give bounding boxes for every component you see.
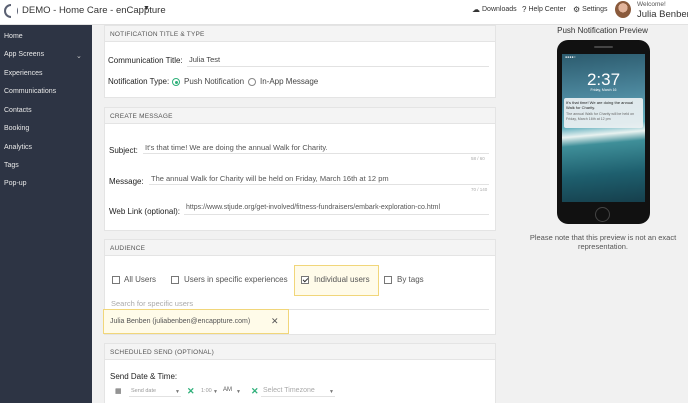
notification-title-type-card: NOTIFICATION TITLE & TYPE Communication … — [104, 25, 496, 98]
sidebar-item-pop-up[interactable]: Pop-up — [4, 180, 27, 187]
subject-input[interactable]: It's that time! We are doing the annual … — [145, 143, 328, 152]
send-date-time-label: Send Date & Time: — [110, 372, 178, 381]
create-message-card: CREATE MESSAGE Subject: It's that time! … — [104, 107, 496, 231]
push-notification-label[interactable]: Push Notification — [184, 77, 244, 86]
selected-user-label: Julia Benben (juliabenben@encappture.com… — [110, 318, 251, 325]
in-app-message-label[interactable]: In-App Message — [260, 77, 318, 86]
chevron-down-icon[interactable]: ▼ — [175, 389, 180, 395]
subject-char-counter: 58 / 60 — [471, 156, 485, 161]
help-center-link[interactable]: ? Help Center — [522, 5, 566, 14]
hour-select[interactable]: 1:00 — [201, 388, 212, 394]
individual-users-checkbox[interactable] — [301, 276, 309, 284]
chevron-down-icon[interactable]: ▼ — [213, 389, 218, 395]
all-users-checkbox[interactable] — [112, 276, 120, 284]
message-label: Message: — [109, 177, 144, 186]
communication-title-input[interactable]: Julia Test — [189, 55, 220, 64]
home-button-icon — [595, 207, 610, 222]
web-link-label: Web Link (optional): — [109, 207, 180, 216]
sidebar: Home App Screens ⌄ Experiences Communica… — [0, 25, 92, 403]
card-header: AUDIENCE — [105, 240, 495, 256]
individual-users-label[interactable]: Individual users — [314, 275, 370, 284]
message-char-counter: 70 / 140 — [471, 187, 488, 192]
sidebar-item-contacts[interactable]: Contacts — [4, 107, 32, 114]
chevron-down-icon[interactable]: ▼ — [329, 389, 334, 395]
preview-disclaimer: Please note that this preview is not an … — [529, 233, 677, 251]
notification-type-label: Notification Type: — [108, 77, 170, 86]
phone-preview: ●●●●○ 2:37 Friday, March 16 It's that ti… — [557, 40, 650, 224]
sidebar-item-communications[interactable]: Communications — [4, 88, 56, 95]
preview-title: Push Notification Preview — [557, 26, 648, 35]
user-name[interactable]: Julia Benben — [637, 9, 688, 20]
send-date-input[interactable]: Send date — [131, 388, 156, 394]
notification-subject: It's that time! We are doing the annual … — [566, 100, 634, 110]
sidebar-item-app-screens[interactable]: App Screens — [4, 51, 44, 58]
users-in-experiences-label[interactable]: Users in specific experiences — [184, 275, 288, 284]
speaker-icon — [594, 46, 613, 48]
lock-screen-clock: 2:37 — [586, 70, 621, 89]
audience-card: AUDIENCE All Users Users in specific exp… — [103, 239, 496, 335]
sidebar-item-experiences[interactable]: Experiences — [4, 70, 43, 77]
avatar[interactable] — [615, 1, 631, 18]
in-app-message-radio[interactable] — [248, 78, 256, 86]
downloads-link[interactable]: ☁ Downloads — [472, 5, 517, 14]
card-header: SCHEDULED SEND (OPTIONAL) — [105, 344, 495, 360]
calendar-icon[interactable]: ▦ — [115, 387, 122, 395]
clear-time-icon[interactable]: ✕ — [251, 386, 259, 397]
clear-date-icon[interactable]: ✕ — [187, 386, 195, 397]
notification-message: The annual Walk for Charity will be held… — [566, 112, 635, 121]
phone-lock-screen: ●●●●○ 2:37 Friday, March 16 It's that ti… — [562, 54, 645, 202]
lock-screen-date: Friday, March 16 — [590, 88, 617, 92]
signal-icon: ●●●●○ — [565, 55, 576, 59]
question-circle-icon: ? — [522, 5, 527, 14]
cloud-download-icon: ☁ — [472, 5, 480, 14]
users-in-experiences-checkbox[interactable] — [171, 276, 179, 284]
web-link-input[interactable]: https://www.stjude.org/get-involved/fitn… — [186, 204, 440, 211]
subject-label: Subject: — [109, 146, 138, 155]
sidebar-item-analytics[interactable]: Analytics — [4, 144, 32, 151]
timezone-select[interactable]: Select Timezone — [263, 387, 315, 394]
welcome-text: Welcome! — [637, 1, 666, 8]
sidebar-item-booking[interactable]: Booking — [4, 125, 29, 132]
gear-icon: ⚙ — [573, 5, 581, 14]
settings-link[interactable]: ⚙ Settings — [573, 5, 607, 14]
app-switcher-chevron-down-icon[interactable]: ▼ — [143, 5, 150, 12]
user-search-input[interactable]: Search for specific users — [111, 299, 193, 308]
card-header: CREATE MESSAGE — [105, 108, 495, 124]
encappture-logo-icon — [4, 4, 18, 18]
communication-title-label: Communication Title: — [108, 56, 183, 65]
by-tags-label[interactable]: By tags — [397, 275, 424, 284]
scheduled-send-card: SCHEDULED SEND (OPTIONAL) Send Date & Ti… — [104, 343, 496, 403]
by-tags-checkbox[interactable] — [384, 276, 392, 284]
message-input[interactable]: The annual Walk for Charity will be held… — [151, 174, 389, 183]
top-bar: DEMO - Home Care - enCappture ▼ ☁ Downlo… — [0, 0, 688, 25]
notification-bubble: It's that time! We are doing the annual … — [564, 98, 643, 128]
ampm-select[interactable]: AM — [223, 387, 232, 393]
sidebar-item-tags[interactable]: Tags — [4, 162, 19, 169]
all-users-label[interactable]: All Users — [124, 275, 156, 284]
remove-user-close-icon[interactable]: ✕ — [271, 316, 279, 327]
sidebar-item-home[interactable]: Home — [4, 33, 23, 40]
chevron-down-icon[interactable]: ⌄ — [76, 52, 82, 60]
push-notification-radio[interactable] — [172, 78, 180, 86]
chevron-down-icon[interactable]: ▼ — [236, 389, 241, 395]
card-header: NOTIFICATION TITLE & TYPE — [105, 26, 495, 42]
